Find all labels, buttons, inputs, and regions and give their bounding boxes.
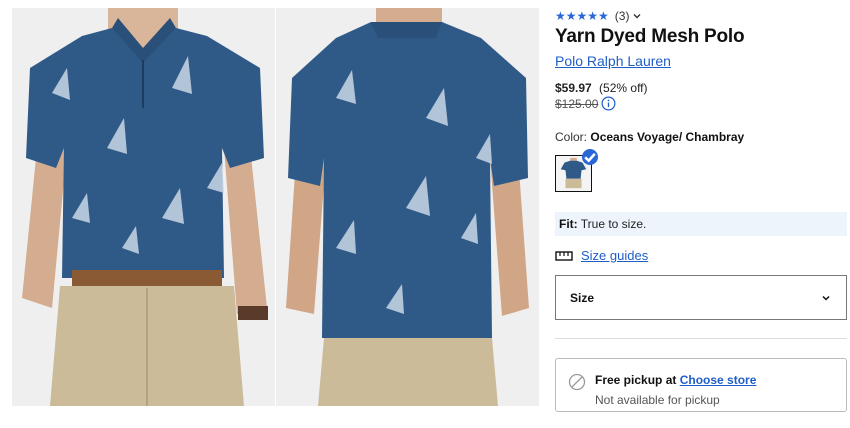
- rating-count: (3): [614, 9, 630, 23]
- rating-summary[interactable]: ★★★★★ (3): [555, 9, 642, 23]
- fit-info: Fit: True to size.: [555, 212, 847, 236]
- price-row: $59.97 (52% off): [555, 81, 648, 95]
- chevron-down-icon: [822, 295, 830, 301]
- fit-label: Fit:: [559, 217, 578, 231]
- color-name: Oceans Voyage/ Chambray: [590, 130, 745, 144]
- choose-store-link[interactable]: Choose store: [680, 373, 757, 387]
- product-image-front[interactable]: [12, 8, 275, 406]
- front-photo-graphic: [12, 8, 275, 406]
- size-guides-label: Size guides: [581, 248, 649, 263]
- rating-stars: ★★★★★: [555, 9, 609, 23]
- size-guides-link[interactable]: Size guides: [555, 248, 648, 263]
- info-icon[interactable]: [601, 96, 616, 111]
- color-label: Color:: [555, 130, 588, 144]
- pickup-status: Not available for pickup: [595, 393, 720, 407]
- size-dropdown-label: Size: [570, 290, 595, 305]
- check-icon: [582, 149, 598, 165]
- fit-value: True to size.: [580, 217, 647, 231]
- pickup-label: Free pickup at: [595, 373, 677, 387]
- product-image-back[interactable]: [276, 8, 539, 406]
- chevron-down-icon: [633, 14, 641, 19]
- unavailable-icon: [568, 373, 586, 391]
- pickup-box: Free pickup at Choose store Not availabl…: [555, 358, 847, 412]
- color-swatch-selected[interactable]: [555, 149, 598, 192]
- back-photo-graphic: [276, 8, 539, 406]
- color-row: Color: Oceans Voyage/ Chambray: [555, 130, 744, 144]
- original-price-row: $125.00: [555, 96, 616, 111]
- divider: [555, 338, 847, 339]
- original-price: $125.00: [555, 96, 599, 111]
- discount-label: (52% off): [599, 81, 648, 95]
- size-dropdown[interactable]: Size: [555, 275, 847, 320]
- ruler-icon: [555, 250, 573, 261]
- brand-link[interactable]: Polo Ralph Lauren: [555, 53, 671, 69]
- product-title: Yarn Dyed Mesh Polo: [555, 26, 745, 47]
- sale-price: $59.97: [555, 81, 592, 95]
- pickup-title: Free pickup at Choose store: [595, 373, 756, 387]
